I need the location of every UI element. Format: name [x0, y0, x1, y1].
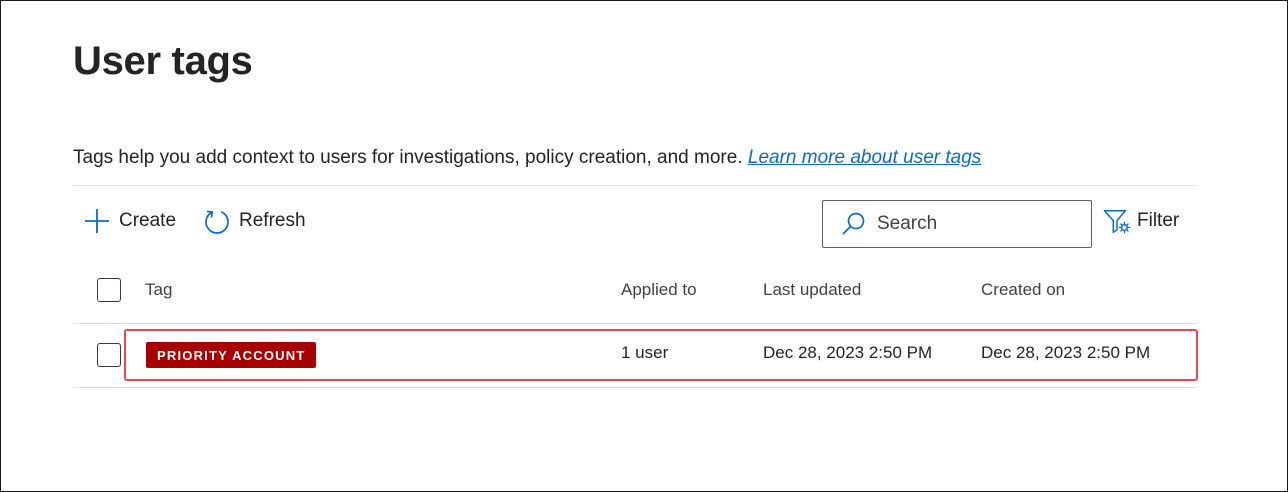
cell-last-updated: Dec 28, 2023 2:50 PM	[763, 343, 933, 362]
select-all-checkbox[interactable]	[97, 278, 121, 302]
column-header-tag[interactable]: Tag	[145, 280, 172, 300]
filter-settings-icon	[1103, 207, 1131, 235]
header-divider	[73, 185, 1197, 186]
column-header-applied-to[interactable]: Applied to	[621, 280, 697, 300]
cell-created-on: Dec 28, 2023 2:50 PM	[981, 343, 1151, 362]
table-row-divider	[73, 387, 1197, 388]
refresh-icon	[203, 207, 231, 235]
description-text: Tags help you add context to users for i…	[73, 147, 743, 168]
search-box[interactable]	[822, 200, 1092, 248]
tag-badge[interactable]: PRIORITY ACCOUNT	[146, 342, 317, 368]
page-title: User tags	[73, 39, 253, 83]
search-icon	[841, 211, 867, 237]
column-header-created-on[interactable]: Created on	[981, 280, 1065, 300]
create-button[interactable]: Create	[83, 203, 176, 239]
search-input[interactable]	[877, 213, 1077, 235]
column-header-last-updated[interactable]: Last updated	[763, 280, 861, 300]
learn-more-link[interactable]: Learn more about user tags	[748, 147, 981, 168]
filter-label: Filter	[1137, 210, 1180, 231]
refresh-label: Refresh	[239, 210, 306, 231]
plus-icon	[83, 207, 111, 235]
page-description: Tags help you add context to users for i…	[73, 147, 981, 169]
page-frame: User tags Tags help you add context to u…	[0, 0, 1288, 492]
filter-button[interactable]: Filter	[1103, 203, 1179, 239]
refresh-button[interactable]: Refresh	[203, 203, 306, 239]
cell-applied-to: 1 user	[621, 343, 669, 362]
create-label: Create	[119, 210, 177, 231]
row-checkbox[interactable]	[97, 343, 121, 367]
table-header-divider	[73, 323, 1197, 324]
